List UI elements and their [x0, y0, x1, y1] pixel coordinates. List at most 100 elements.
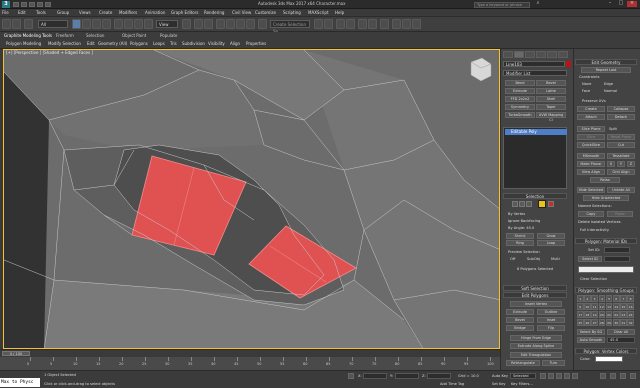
vertex-color-swatch[interactable] [595, 356, 623, 362]
tab-graphite-modeling[interactable]: Graphite Modeling Tools [4, 33, 52, 38]
unhide-all-button[interactable]: Unhide All [607, 187, 635, 193]
slice-button[interactable]: Slice [577, 134, 605, 140]
menu-file[interactable]: File [2, 10, 9, 15]
smoothing-group-button[interactable]: 28 [598, 319, 606, 326]
preview-off-radio[interactable]: Off [510, 257, 515, 261]
menu-modifiers[interactable]: Modifiers [119, 10, 137, 15]
vertex-colors-rollout[interactable]: Polygon: Vertex Colors [575, 348, 637, 354]
copy-button[interactable]: Copy [578, 211, 604, 217]
paste-button[interactable]: Paste [607, 211, 633, 217]
smoothing-group-button[interactable]: 8 [627, 295, 634, 302]
repeat-last-button[interactable]: Repeat Last [581, 67, 631, 73]
mirror-icon[interactable] [314, 19, 323, 29]
full-interactivity-checkbox[interactable]: Full Interactivity [580, 228, 609, 232]
orbit-icon[interactable] [620, 373, 626, 379]
smoothing-group-button[interactable]: 9 [577, 303, 584, 310]
menu-maxscript[interactable]: MAXScript [308, 10, 329, 15]
constraint-edge-radio[interactable]: Edge [604, 82, 613, 86]
extrude-button[interactable]: Extrude [506, 309, 534, 315]
named-selection-input[interactable]: Create Selection Se [270, 20, 310, 34]
extrude-mod-button[interactable]: Extrude [505, 88, 535, 94]
cut-button[interactable]: Cut [607, 142, 635, 148]
undo-icon[interactable] [37, 1, 43, 7]
modify-tab-icon[interactable] [514, 51, 524, 58]
planar-y-button[interactable]: Y [617, 161, 625, 167]
taper-button[interactable]: Taper [536, 104, 566, 110]
inset-button[interactable]: Inset [537, 317, 565, 323]
tessellate-button[interactable]: Tessellate [607, 153, 635, 159]
search-input[interactable]: Type a keyword or phrase [474, 1, 530, 8]
collapse-button[interactable]: Collapse [607, 106, 635, 112]
insert-vertex-button[interactable]: Insert Vertex [510, 301, 562, 307]
smoothing-group-button[interactable]: 15 [620, 303, 627, 310]
subtab-visibility[interactable]: Visibility [208, 41, 225, 46]
ffd-button[interactable]: FFD 2x2x2 [505, 96, 535, 102]
snap-toggle-icon[interactable] [216, 19, 225, 29]
y-coord-input[interactable] [395, 373, 419, 379]
utilities-tab-icon[interactable] [558, 51, 568, 58]
edit-geometry-rollout[interactable]: Edit Geometry [575, 59, 637, 65]
relax-button[interactable]: Relax [590, 177, 620, 183]
track-bar[interactable]: 0 5 10 15 20 25 30 35 40 45 50 55 60 65 70 75 80 85 90 95 10… [0, 357, 500, 370]
delete-isolated-checkbox[interactable]: Delete Isolated Vertices [578, 220, 621, 224]
display-tab-icon[interactable] [547, 51, 557, 58]
subtab-edit[interactable]: Edit [87, 41, 95, 46]
smoothing-group-button[interactable]: 7 [620, 295, 627, 302]
flip-button[interactable]: Flip [537, 325, 565, 331]
menu-group[interactable]: Group [57, 10, 69, 15]
edit-named-sel-icon[interactable] [258, 19, 267, 29]
border-mode-icon[interactable] [526, 201, 532, 207]
smoothing-group-button[interactable]: 13 [605, 303, 613, 310]
object-color-swatch[interactable] [566, 61, 571, 67]
selection-filter-dropdown[interactable]: All [38, 20, 68, 28]
link-icon[interactable] [24, 19, 33, 29]
maximize-icon[interactable]: □ [616, 1, 626, 7]
menu-scripting[interactable]: Scripting [283, 10, 301, 15]
smoothing-group-button[interactable]: 6 [613, 295, 620, 302]
lock-selection-icon[interactable] [348, 373, 354, 379]
rendered-frame-icon[interactable] [402, 19, 411, 29]
smoothing-group-button[interactable]: 12 [598, 303, 606, 310]
redo-button[interactable] [12, 19, 21, 29]
select-id-input[interactable] [604, 256, 630, 262]
selection-rollout-header[interactable]: Selection [503, 193, 567, 199]
detach-button[interactable]: Detach [607, 114, 635, 120]
keyboard-shortcut-icon[interactable] [204, 19, 213, 29]
smoothing-group-button[interactable]: 3 [591, 295, 598, 302]
outline-button[interactable]: Outline [537, 309, 565, 315]
render-setup-icon[interactable] [392, 19, 401, 29]
bevel-poly-button[interactable]: Bevel [506, 317, 534, 323]
extrude-along-spline-button[interactable]: Extrude Along Spline [510, 343, 562, 349]
material-ids-rollout[interactable]: Polygon: Material IDs [575, 238, 637, 244]
motion-tab-icon[interactable] [536, 51, 546, 58]
go-to-start-icon[interactable] [540, 373, 546, 379]
constraint-none-radio[interactable]: None [582, 82, 591, 86]
symmetry-button[interactable]: Symmetry [505, 104, 535, 110]
percent-snap-icon[interactable] [236, 19, 245, 29]
search-icon[interactable]: ⌕ [533, 1, 543, 7]
hide-selected-button[interactable]: Hide Selected [577, 187, 605, 193]
constraint-normal-radio[interactable]: Normal [604, 89, 617, 93]
smoothing-group-button[interactable]: 32 [627, 319, 634, 326]
menu-edit[interactable]: Edit [18, 10, 26, 15]
smoothing-group-button[interactable]: 2 [584, 295, 591, 302]
close-icon[interactable]: × [627, 1, 637, 7]
grid-align-button[interactable]: Grid Align [607, 169, 635, 175]
smoothing-group-button[interactable]: 17 [577, 311, 584, 318]
smoothing-group-button[interactable]: 5 [605, 295, 613, 302]
select-id-button[interactable]: Select ID [578, 256, 602, 262]
smoothing-group-button[interactable]: 21 [605, 311, 613, 318]
smoothing-group-button[interactable]: 10 [584, 303, 591, 310]
place-icon[interactable] [144, 19, 153, 29]
reference-coord-dropdown[interactable]: View [156, 20, 178, 28]
tab-freeform[interactable]: Freeform [56, 33, 74, 38]
preserve-uvs-checkbox[interactable]: Preserve UVs [582, 99, 606, 103]
select-by-name-icon[interactable] [82, 19, 91, 29]
auto-smooth-button[interactable]: Auto Smooth [577, 337, 605, 343]
constraint-face-radio[interactable]: Face [582, 89, 590, 93]
grow-button[interactable]: Grow [537, 233, 565, 239]
undo-button[interactable] [2, 19, 11, 29]
angle-snap-icon[interactable] [226, 19, 235, 29]
scale-icon[interactable] [134, 19, 143, 29]
planar-z-button[interactable]: Z [627, 161, 635, 167]
